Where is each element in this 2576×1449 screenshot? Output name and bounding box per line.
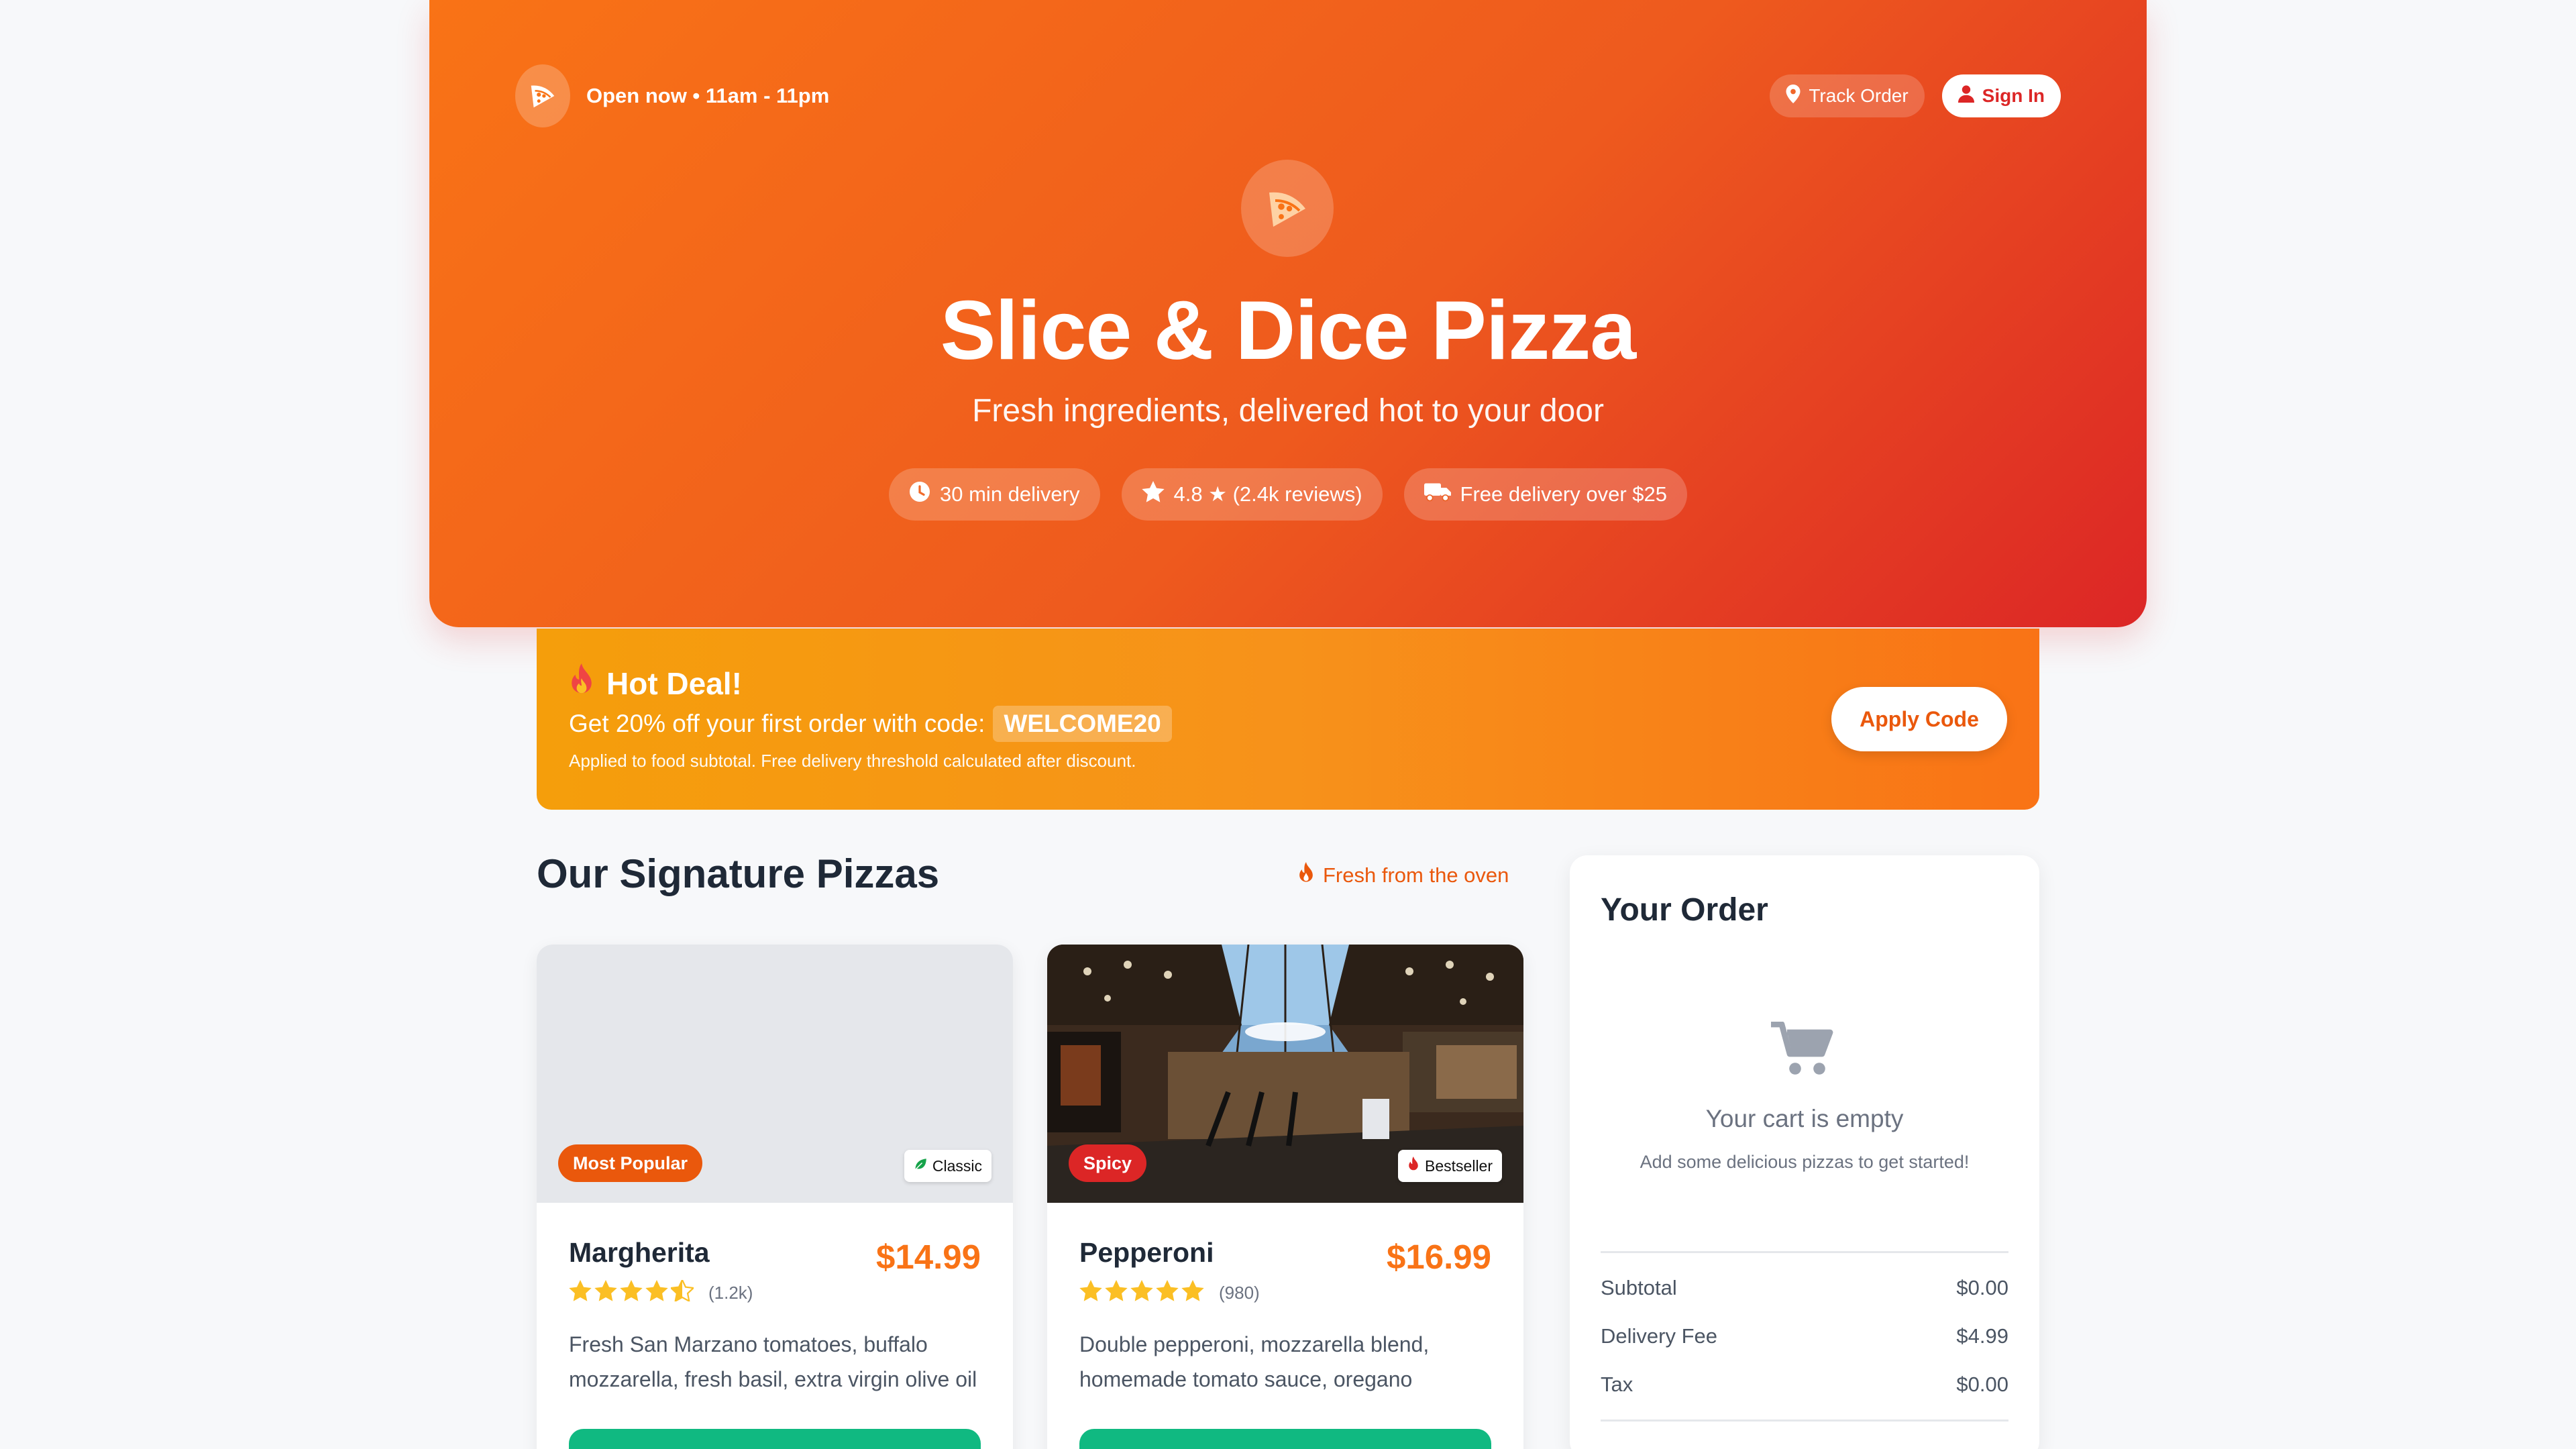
delivery-time-pill: 30 min delivery xyxy=(889,468,1100,521)
user-icon xyxy=(1957,85,1974,107)
rating-pill: 4.8 ★ (2.4k reviews) xyxy=(1121,468,1383,521)
star-icon xyxy=(1130,1280,1153,1306)
star-icon xyxy=(645,1280,668,1306)
pizza-card[interactable]: Most Popular Classic Margherita $14.99 (… xyxy=(537,945,1013,1449)
top-bar: Open now • 11am - 11pm Track Order Sign … xyxy=(515,64,2061,127)
pizza-name: Pepperoni xyxy=(1079,1237,1214,1268)
delivery-fee-value: $4.99 xyxy=(1956,1324,2008,1348)
empty-cart-title: Your cart is empty xyxy=(1705,1105,1904,1132)
add-to-cart-button[interactable] xyxy=(569,1429,981,1449)
top-actions: Track Order Sign In xyxy=(1770,74,2061,117)
star-icon xyxy=(1105,1280,1128,1306)
fire-icon xyxy=(1407,1157,1419,1175)
deal-description: Get 20% off your first order with code: … xyxy=(569,706,1172,742)
review-count: (1.2k) xyxy=(708,1283,753,1303)
pizza-price: $14.99 xyxy=(876,1238,981,1276)
page-title: Slice & Dice Pizza xyxy=(940,284,1636,377)
classic-tag: Classic xyxy=(904,1150,991,1182)
spicy-badge: Spicy xyxy=(1069,1144,1147,1182)
tag-label: Classic xyxy=(932,1157,982,1175)
sign-in-button[interactable]: Sign In xyxy=(1941,74,2061,117)
review-count: (980) xyxy=(1219,1283,1260,1303)
pizza-card[interactable]: Spicy Bestseller Pepperoni $16.99 (980) … xyxy=(1047,945,1523,1449)
star-icon xyxy=(1079,1280,1102,1306)
star-half-icon xyxy=(669,1278,696,1306)
page-subtitle: Fresh ingredients, delivered hot to your… xyxy=(972,393,1604,429)
fresh-label: Fresh from the oven xyxy=(1323,863,1509,887)
delivery-time-label: 30 min delivery xyxy=(940,482,1080,506)
subtotal-value: $0.00 xyxy=(1956,1276,2008,1299)
order-title: Your Order xyxy=(1601,892,1768,928)
free-delivery-pill: Free delivery over $25 xyxy=(1403,468,1687,521)
star-icon xyxy=(620,1280,643,1306)
add-to-cart-button[interactable] xyxy=(1079,1429,1491,1449)
star-rating: (1.2k) xyxy=(569,1278,753,1306)
delivery-fee-row: Delivery Fee $4.99 xyxy=(1601,1324,2008,1348)
subtotal-row: Subtotal $0.00 xyxy=(1601,1276,2008,1300)
star-icon xyxy=(1141,481,1165,508)
track-order-label: Track Order xyxy=(1809,85,1909,106)
most-popular-badge: Most Popular xyxy=(558,1144,703,1182)
delivery-fee-label: Delivery Fee xyxy=(1601,1324,1717,1348)
apply-code-button[interactable]: Apply Code xyxy=(1831,687,2007,751)
free-delivery-label: Free delivery over $25 xyxy=(1460,482,1667,506)
fire-icon xyxy=(569,663,594,703)
fire-icon xyxy=(1297,862,1315,889)
shopping-cart-icon xyxy=(1771,1021,1835,1081)
tax-value: $0.00 xyxy=(1956,1373,2008,1396)
leaf-icon xyxy=(914,1157,927,1175)
tag-label: Bestseller xyxy=(1425,1157,1493,1175)
empty-cart-subtitle: Add some delicious pizzas to get started… xyxy=(1640,1152,1970,1172)
promo-code[interactable]: WELCOME20 xyxy=(993,706,1172,742)
deal-text: Get 20% off your first order with code: xyxy=(569,710,985,737)
rating-label: 4.8 ★ (2.4k reviews) xyxy=(1173,482,1362,506)
sign-in-label: Sign In xyxy=(1982,85,2045,106)
star-icon xyxy=(1156,1280,1179,1306)
deal-heading: Hot Deal! xyxy=(569,663,742,703)
pizza-description: Fresh San Marzano tomatoes, buffalo mozz… xyxy=(569,1332,977,1391)
tax-row: Tax $0.00 xyxy=(1601,1373,2008,1397)
hot-deal-banner: Hot Deal! Get 20% off your first order w… xyxy=(537,629,2039,810)
subtotal-label: Subtotal xyxy=(1601,1276,1677,1299)
star-rating: (980) xyxy=(1079,1280,1260,1306)
deal-title: Hot Deal! xyxy=(606,665,742,701)
deal-note: Applied to food subtotal. Free delivery … xyxy=(569,751,1136,771)
pizza-slice-icon xyxy=(1241,160,1334,257)
tax-label: Tax xyxy=(1601,1373,1633,1396)
star-icon xyxy=(594,1280,617,1306)
divider xyxy=(1601,1251,2008,1253)
menu-section-title: Our Signature Pizzas xyxy=(537,851,940,896)
info-pills: 30 min delivery 4.8 ★ (2.4k reviews) Fre… xyxy=(429,468,2147,521)
pizza-description: Double pepperoni, mozzarella blend, home… xyxy=(1079,1332,1430,1391)
fresh-from-oven-label: Fresh from the oven xyxy=(1297,862,1509,889)
star-icon xyxy=(1181,1280,1204,1306)
order-panel: Your Order Your cart is empty Add some d… xyxy=(1570,855,2039,1449)
pizza-logo-icon[interactable] xyxy=(515,64,570,127)
brand: Open now • 11am - 11pm xyxy=(515,64,829,127)
divider xyxy=(1601,1419,2008,1421)
clock-icon xyxy=(909,481,930,508)
location-pin-icon xyxy=(1786,84,1801,108)
pizza-name: Margherita xyxy=(569,1237,710,1268)
opening-hours: Open now • 11am - 11pm xyxy=(586,84,830,107)
track-order-button[interactable]: Track Order xyxy=(1770,74,1925,117)
bestseller-tag: Bestseller xyxy=(1398,1150,1502,1182)
truck-icon xyxy=(1424,482,1451,507)
pizza-price: $16.99 xyxy=(1387,1238,1491,1276)
star-icon xyxy=(569,1280,592,1306)
hero-banner: Open now • 11am - 11pm Track Order Sign … xyxy=(429,0,2147,627)
